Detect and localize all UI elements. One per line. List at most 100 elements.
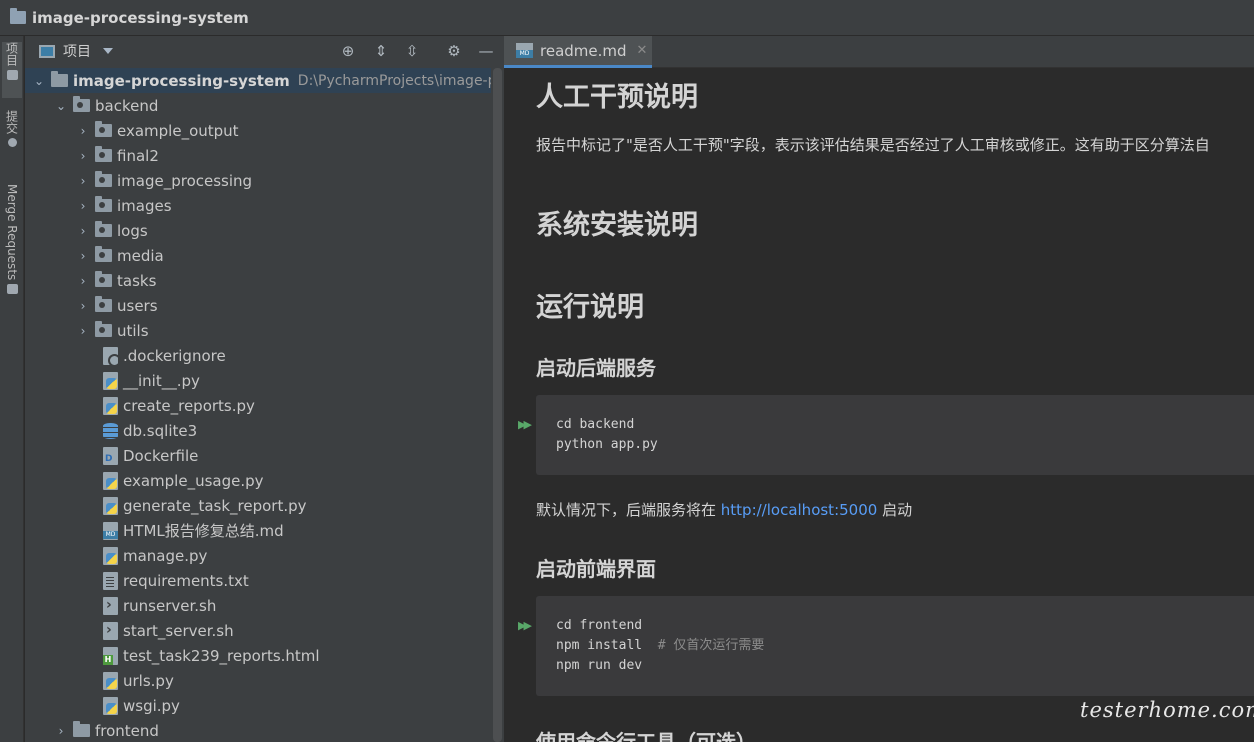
sh-file-icon [103, 621, 118, 640]
tree-item-file[interactable]: urls.py [25, 668, 491, 693]
chevron-right-icon[interactable]: › [75, 324, 91, 338]
file-label: generate_task_report.py [123, 496, 307, 515]
commit-tool-button[interactable]: 提交 [2, 110, 22, 162]
project-view-label[interactable]: 项目 [63, 41, 91, 61]
tree-item-file[interactable]: manage.py [25, 543, 491, 568]
file-label: Dockerfile [123, 446, 199, 465]
tree-item-file[interactable]: HTML报告修复总结.md [25, 518, 491, 543]
tree-item-file[interactable]: db.sqlite3 [25, 418, 491, 443]
docker-file-icon [103, 446, 118, 465]
gear-icon[interactable]: ⚙ [445, 42, 463, 60]
tree-item-file[interactable]: generate_task_report.py [25, 493, 491, 518]
tree-item-folder[interactable]: › example_output [25, 118, 491, 143]
tree-item-backend[interactable]: ⌄ backend [25, 93, 491, 118]
tree-item-folder[interactable]: › image_processing [25, 168, 491, 193]
merge-requests-label: Merge Requests [5, 184, 19, 281]
py-file-icon [103, 471, 118, 490]
folder-label: images [117, 196, 172, 215]
md-file-icon [103, 521, 118, 540]
file-label: .dockerignore [123, 346, 226, 365]
folder-icon [73, 96, 90, 112]
chevron-right-icon[interactable]: › [75, 224, 91, 238]
localhost-link[interactable]: http://localhost:5000 [721, 501, 878, 519]
tree-item-folder[interactable]: › tasks [25, 268, 491, 293]
tree-item-file[interactable]: __init__.py [25, 368, 491, 393]
chevron-down-icon[interactable]: ⌄ [31, 74, 47, 88]
tree-item-file[interactable]: Dockerfile [25, 443, 491, 468]
chevron-right-icon[interactable]: › [75, 124, 91, 138]
folder-label: image_processing [117, 171, 253, 190]
folder-icon [73, 721, 90, 737]
run-icon[interactable]: ▶▶ [518, 418, 532, 431]
code-block-frontend: cd frontend npm install # 仅首次运行需要 npm ru… [536, 596, 1254, 696]
txt-file-icon [103, 571, 118, 590]
folder-label: tasks [117, 271, 157, 290]
tree-root[interactable]: ⌄ image-processing-system D:\PycharmProj… [25, 68, 491, 93]
folder-label: utils [117, 321, 149, 340]
folder-label: backend [95, 96, 159, 115]
chevron-right-icon[interactable]: › [75, 249, 91, 263]
folder-icon [95, 196, 112, 212]
tree-item-folder[interactable]: › media [25, 243, 491, 268]
py-file-icon [103, 496, 118, 515]
tree-item-folder[interactable]: › users [25, 293, 491, 318]
tree-item-file[interactable]: start_server.sh [25, 618, 491, 643]
file-label: start_server.sh [123, 621, 234, 640]
tree-scrollbar[interactable] [491, 68, 504, 742]
chevron-right-icon[interactable]: › [75, 299, 91, 313]
chevron-down-icon[interactable]: ⌄ [53, 99, 69, 113]
close-icon[interactable]: ✕ [637, 43, 648, 58]
py-file-icon [103, 546, 118, 565]
root-name: image-processing-system [73, 71, 290, 90]
expand-all-icon[interactable]: ⇕ [372, 42, 390, 60]
db-file-icon [103, 422, 118, 440]
heading-run: 运行说明 [536, 292, 644, 323]
file-label: wsgi.py [123, 696, 180, 715]
locate-icon[interactable]: ⊕ [339, 42, 357, 60]
tree-item-file[interactable]: requirements.txt [25, 568, 491, 593]
tree-item-file[interactable]: test_task239_reports.html [25, 643, 491, 668]
tree-item-frontend[interactable]: › frontend [25, 718, 491, 742]
chevron-down-icon[interactable] [103, 48, 113, 54]
tree-item-file[interactable]: .dockerignore [25, 343, 491, 368]
heading-install: 系统安装说明 [536, 210, 698, 241]
file-label: create_reports.py [123, 396, 255, 415]
chevron-right-icon[interactable]: › [75, 274, 91, 288]
project-view-icon [39, 44, 55, 58]
minimize-icon[interactable]: — [477, 42, 495, 60]
collapse-all-icon[interactable]: ⇳ [403, 42, 421, 60]
tree-item-folder[interactable]: › logs [25, 218, 491, 243]
tree-item-folder[interactable]: › utils [25, 318, 491, 343]
paragraph-text: 默认情况下，后端服务将在 [536, 501, 721, 519]
folder-icon [95, 321, 112, 337]
project-tree[interactable]: ⌄ image-processing-system D:\PycharmProj… [25, 68, 491, 742]
folder-icon [51, 71, 68, 87]
tree-item-file[interactable]: runserver.sh [25, 593, 491, 618]
heading-cli: 使用命令行工具（可选） [536, 730, 756, 742]
py-file-icon [103, 396, 118, 415]
tree-item-folder[interactable]: › final2 [25, 143, 491, 168]
ign-file-icon [103, 346, 121, 367]
project-tool-button[interactable]: 项目 [2, 42, 22, 98]
merge-requests-tool-button[interactable]: Merge Requests [2, 184, 22, 310]
tree-item-file[interactable]: wsgi.py [25, 693, 491, 718]
tree-item-file[interactable]: create_reports.py [25, 393, 491, 418]
code-line: python app.py [556, 437, 658, 452]
paragraph-backend: 默认情况下，后端服务将在 http://localhost:5000 启动 [536, 499, 912, 520]
chevron-right-icon[interactable]: › [53, 724, 69, 738]
folder-icon [95, 296, 112, 312]
commit-tool-label: 提交 [4, 110, 19, 134]
commit-icon [7, 138, 17, 147]
chevron-right-icon[interactable]: › [75, 149, 91, 163]
chevron-right-icon[interactable]: › [75, 174, 91, 188]
chevron-right-icon[interactable]: › [75, 199, 91, 213]
tree-item-file[interactable]: example_usage.py [25, 468, 491, 493]
tab-readme[interactable]: readme.md ✕ [504, 36, 652, 68]
code-line: npm run dev [556, 658, 643, 673]
heading-start-backend: 启动后端服务 [536, 356, 656, 380]
tree-item-folder[interactable]: › images [25, 193, 491, 218]
py-file-icon [103, 371, 118, 390]
run-icon[interactable]: ▶▶ [518, 619, 532, 632]
tree-scrollbar-thumb[interactable] [493, 68, 502, 742]
folder-label: users [117, 296, 158, 315]
